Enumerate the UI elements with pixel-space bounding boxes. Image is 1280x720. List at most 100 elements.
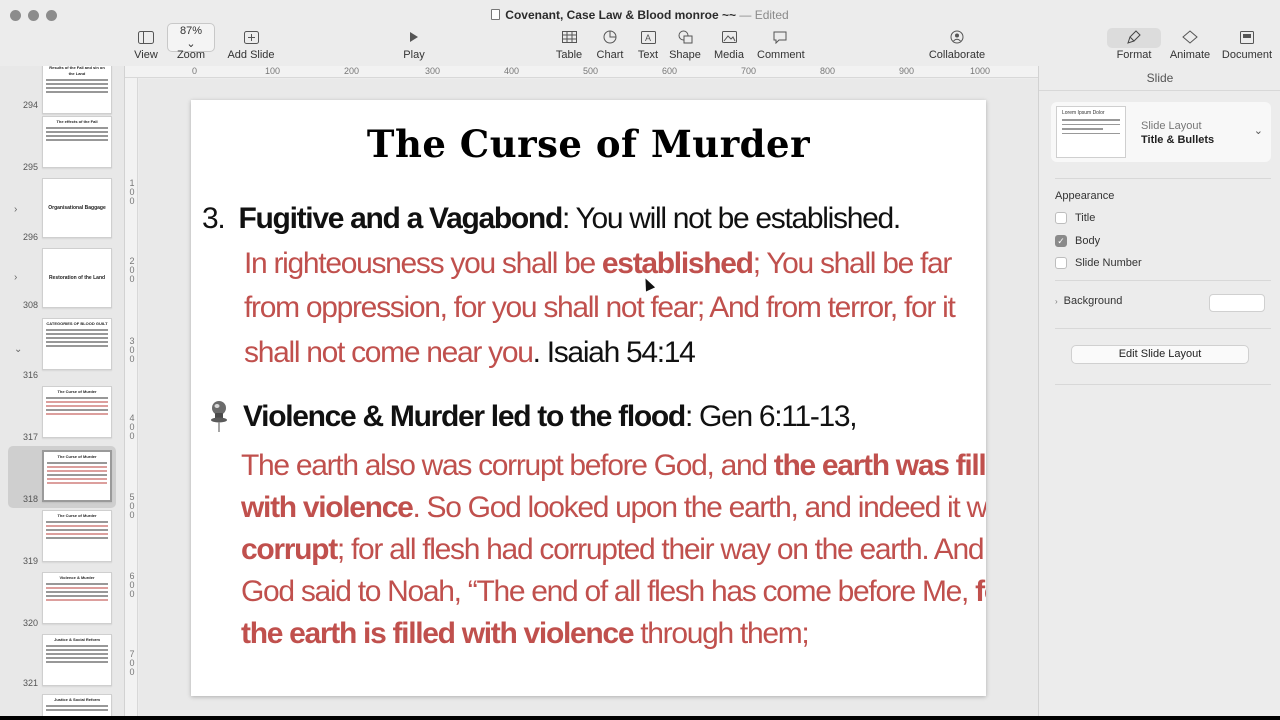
ruler-tick: 400 xyxy=(504,66,520,76)
background-disclosure[interactable]: › Background xyxy=(1055,295,1122,307)
format-button[interactable]: Format xyxy=(1113,28,1155,61)
comment-button[interactable]: Comment xyxy=(757,28,805,61)
background-label: Background xyxy=(1063,295,1123,307)
collaborate-button[interactable]: Collaborate xyxy=(927,28,987,61)
ruler-tick: 1000 xyxy=(970,66,991,76)
thumb-title: Results of the Fall and sin on the Land xyxy=(49,66,105,76)
ruler-tick: 3 0 0 xyxy=(129,336,135,364)
text-button[interactable]: A Text xyxy=(635,28,661,61)
shape-button[interactable]: Shape xyxy=(669,28,701,61)
current-slide[interactable]: The Curse of Murder 3. Fugitive and a Va… xyxy=(191,100,986,696)
chart-icon xyxy=(603,30,617,44)
disclosure-chevron-down-icon[interactable]: ⌄ xyxy=(14,344,22,355)
table-button[interactable]: Table xyxy=(553,28,585,61)
chart-button[interactable]: Chart xyxy=(593,28,627,61)
bullet-heading: Fugitive and a Vagabond xyxy=(238,202,564,235)
zoom-button[interactable]: 87% ⌄ Zoom xyxy=(167,22,215,61)
disclosure-chevron-right-icon[interactable]: › xyxy=(14,272,17,283)
ruler-tick: 100 xyxy=(265,66,281,76)
chevron-down-icon[interactable]: ⌄ xyxy=(1254,124,1263,137)
ruler-tick: 0 xyxy=(192,66,198,76)
bullet-violence[interactable]: Violence & Murder led to the flood: Gen … xyxy=(243,400,858,434)
genesis-line-3[interactable]: corrupt; for all flesh had corrupted the… xyxy=(241,533,985,567)
slide-title[interactable]: The Curse of Murder xyxy=(191,122,986,166)
sidebar-icon xyxy=(138,30,154,44)
inspector-tab-slide[interactable]: Slide xyxy=(1039,71,1280,85)
isaiah-line-3[interactable]: shall not come near you. Isaiah 54:14 xyxy=(244,336,696,370)
isaiah-line-1[interactable]: In righteousness you shall be establishe… xyxy=(244,247,952,281)
text-label: Text xyxy=(637,49,659,61)
comment-icon xyxy=(773,31,787,44)
slide-thumbnail-317[interactable]: The Curse of Murder xyxy=(42,386,112,438)
horizontal-ruler: 0 100 200 300 400 500 600 700 800 900 10… xyxy=(125,66,1038,78)
bullet-text: : You will not be established. xyxy=(561,202,901,235)
media-button[interactable]: Media xyxy=(713,28,745,61)
slide-number-checkbox[interactable] xyxy=(1055,257,1067,269)
document-button[interactable]: Document xyxy=(1221,28,1273,61)
thumb-title: CATEGORIES OF BLOOD GUILT xyxy=(46,321,108,326)
title-checkbox[interactable] xyxy=(1055,212,1067,224)
body-checkbox[interactable]: ✓ xyxy=(1055,235,1067,247)
text-box-icon: A xyxy=(640,30,656,44)
bullet-heading: Violence & Murder led to the flood xyxy=(243,400,686,433)
thumb-title: Justice & Social Reform xyxy=(54,697,100,702)
slide-number-319: 319 xyxy=(22,556,38,566)
text-run: The earth also was corrupt before God, a… xyxy=(241,449,774,482)
thumb-title: The Curse of Murder xyxy=(57,513,97,518)
slide-thumbnail-308[interactable]: Restoration of the Land xyxy=(42,248,112,308)
slide-navigator[interactable]: Results of the Fall and sin on the Land … xyxy=(0,66,125,716)
edit-slide-layout-button[interactable]: Edit Slide Layout xyxy=(1071,345,1249,364)
slide-thumbnail-318-selected[interactable]: The Curse of Murder xyxy=(42,450,112,502)
body-option-label: Body xyxy=(1075,235,1101,247)
bullet-fugitive[interactable]: 3. Fugitive and a Vagabond: You will not… xyxy=(202,202,901,236)
background-color-well[interactable] xyxy=(1209,294,1265,312)
ruler-tick: 1 0 0 xyxy=(129,178,135,206)
slide-thumbnail-322[interactable]: Justice & Social Reform xyxy=(42,694,112,716)
svg-text:A: A xyxy=(645,33,651,43)
view-label: View xyxy=(134,49,158,61)
view-button[interactable]: View xyxy=(133,28,159,61)
slide-number-320: 320 xyxy=(22,618,38,628)
body-checkbox-row[interactable]: ✓ Body xyxy=(1055,235,1100,247)
slide-number-option-label: Slide Number xyxy=(1075,257,1142,269)
slide-thumbnail-320[interactable]: Violence & Murder xyxy=(42,572,112,624)
bullet-text: : Gen 6:11-13, xyxy=(684,400,858,433)
slide-number-317: 317 xyxy=(22,432,38,442)
title-checkbox-row[interactable]: Title xyxy=(1055,212,1095,224)
genesis-line-5[interactable]: the earth is filled with violence throug… xyxy=(241,617,810,651)
layout-value: Title & Bullets xyxy=(1141,134,1215,146)
chevron-down-icon: ⌄ xyxy=(186,37,196,50)
slide-thumbnail-319[interactable]: The Curse of Murder xyxy=(42,510,112,562)
zoom-select[interactable]: 87% ⌄ xyxy=(167,22,215,52)
slide-number-296: 296 xyxy=(22,232,38,242)
document-name[interactable]: Covenant, Case Law & Blood monroe ~~ xyxy=(505,8,736,22)
genesis-line-1[interactable]: The earth also was corrupt before God, a… xyxy=(241,449,986,483)
isaiah-line-2[interactable]: from oppression, for you shall not fear;… xyxy=(244,291,956,325)
format-inspector: Slide Lorem Ipsum Dolor Slide Layout Tit… xyxy=(1038,66,1280,716)
divider xyxy=(1055,280,1271,281)
add-slide-button[interactable]: Add Slide xyxy=(225,28,277,61)
comment-label: Comment xyxy=(757,49,805,61)
ruler-tick: 500 xyxy=(583,66,599,76)
genesis-line-2[interactable]: with violence. So God looked upon the ea… xyxy=(241,491,986,525)
scripture-reference: . Isaiah 54:14 xyxy=(532,336,696,369)
slide-layout-picker[interactable]: Lorem Ipsum Dolor Slide Layout Title & B… xyxy=(1051,102,1271,162)
slide-number-checkbox-row[interactable]: Slide Number xyxy=(1055,257,1142,269)
text-run: corrupt xyxy=(241,533,338,566)
slide-thumbnail-294[interactable]: Results of the Fall and sin on the Land xyxy=(42,66,112,114)
table-icon xyxy=(561,31,577,43)
ruler-tick: 600 xyxy=(662,66,678,76)
animate-button[interactable]: Animate xyxy=(1167,28,1213,61)
slide-thumbnail-295[interactable]: The effects of the Fall xyxy=(42,116,112,168)
slide-thumbnail-321[interactable]: Justice & Social Reform xyxy=(42,634,112,686)
slide-number-316: 316 xyxy=(22,370,38,380)
disclosure-triangle-icon: › xyxy=(1055,297,1058,306)
text-run: the earth is filled with violence xyxy=(241,617,635,650)
play-button[interactable]: Play xyxy=(401,28,427,61)
genesis-line-4[interactable]: God said to Noah, “The end of all flesh … xyxy=(241,575,986,609)
add-slide-icon xyxy=(243,30,259,44)
disclosure-chevron-right-icon[interactable]: › xyxy=(14,204,17,215)
collaborate-icon xyxy=(950,30,964,44)
slide-thumbnail-316[interactable]: CATEGORIES OF BLOOD GUILT xyxy=(42,318,112,370)
slide-thumbnail-296[interactable]: Organisational Baggage xyxy=(42,178,112,238)
